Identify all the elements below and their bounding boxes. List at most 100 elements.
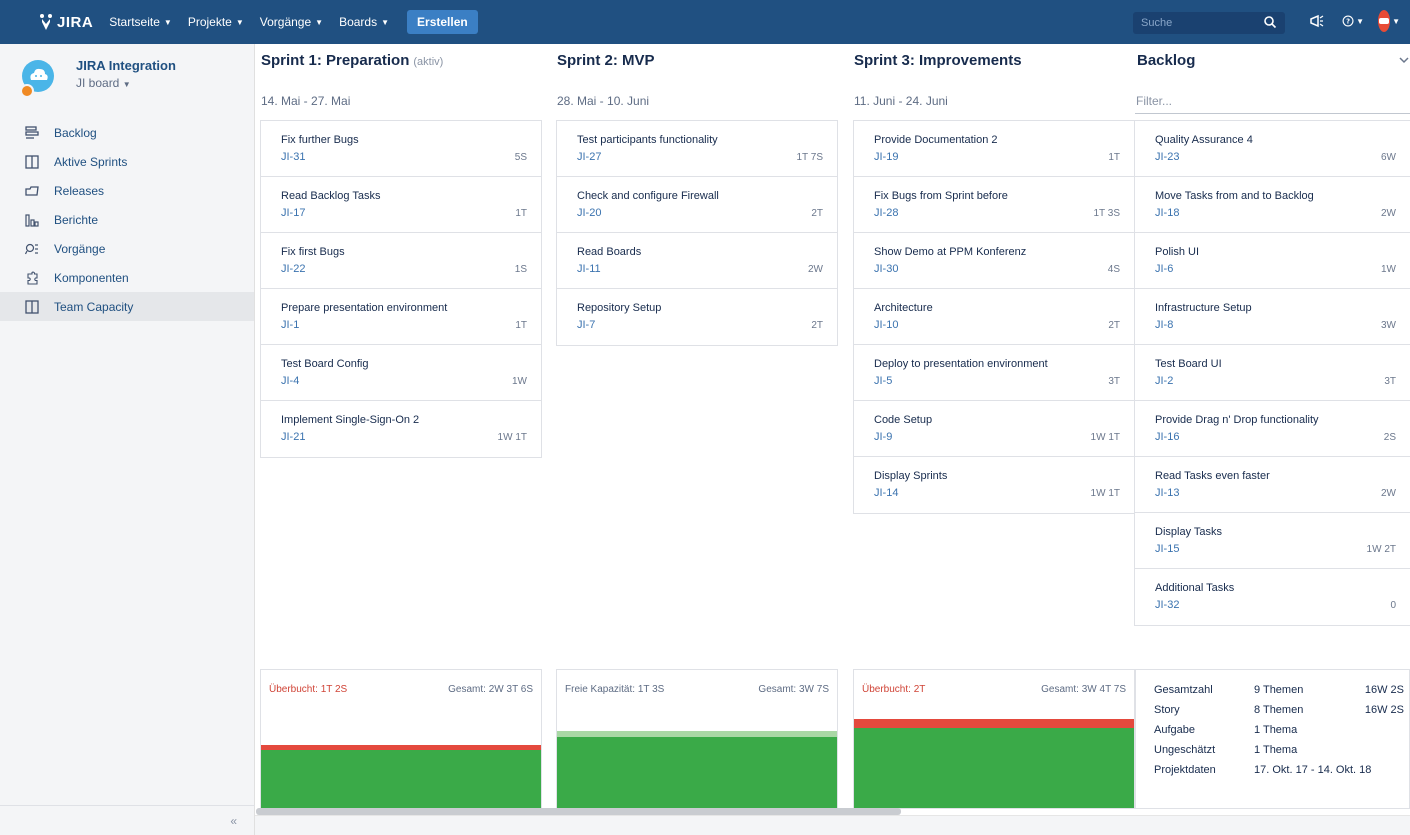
nav-label: Boards xyxy=(339,15,378,29)
issue-card[interactable]: Move Tasks from and to Backlog JI-18 2W xyxy=(1135,177,1410,233)
issue-card[interactable]: Implement Single-Sign-On 2 JI-21 1W 1T xyxy=(261,401,541,457)
filter-placeholder: Filter... xyxy=(1136,94,1173,108)
chevron-down-icon: ▼ xyxy=(381,17,390,27)
issue-card[interactable]: Fix first Bugs JI-22 1S xyxy=(261,233,541,289)
issue-key-link[interactable]: JI-13 xyxy=(1155,487,1396,499)
issue-key-link[interactable]: JI-28 xyxy=(874,207,1120,219)
issue-card[interactable]: Deploy to presentation environment JI-5 3T xyxy=(854,345,1134,401)
sidebar-item-label: Komponenten xyxy=(54,270,129,285)
sprint-column-3: Sprint 3: Improvements 11. Juni - 24. Ju… xyxy=(854,52,1134,108)
board-selector[interactable]: JI board ▼ xyxy=(76,76,176,90)
issue-key-link[interactable]: JI-27 xyxy=(577,151,823,163)
horizontal-scrollbar[interactable] xyxy=(256,808,901,815)
issue-card[interactable]: Repository Setup JI-7 2T xyxy=(557,289,837,345)
nav-vorgaenge[interactable]: Vorgänge ▼ xyxy=(260,15,323,29)
issue-key-link[interactable]: JI-5 xyxy=(874,375,1120,387)
issue-card[interactable]: Fix Bugs from Sprint before JI-28 1T 3S xyxy=(854,177,1134,233)
card-list-sprint-3: Provide Documentation 2 JI-19 1T Fix Bugs … xyxy=(853,120,1135,514)
issue-card[interactable]: Read Boards JI-11 2W xyxy=(557,233,837,289)
sprints-icon xyxy=(24,154,40,170)
issue-key-link[interactable]: JI-18 xyxy=(1155,207,1396,219)
issue-card[interactable]: Provide Documentation 2 JI-19 1T xyxy=(854,121,1134,177)
components-icon xyxy=(24,270,40,286)
sidebar-item-active-sprints[interactable]: Aktive Sprints xyxy=(0,147,254,176)
issue-key-link[interactable]: JI-16 xyxy=(1155,431,1396,443)
issue-key-link[interactable]: JI-7 xyxy=(577,319,823,331)
search-input[interactable]: Suche xyxy=(1133,12,1285,34)
nav-startseite[interactable]: Startseite ▼ xyxy=(109,15,172,29)
issue-key-link[interactable]: JI-10 xyxy=(874,319,1120,331)
issue-card[interactable]: Read Tasks even faster JI-13 2W xyxy=(1135,457,1410,513)
issue-card[interactable]: Display Sprints JI-14 1W 1T xyxy=(854,457,1134,513)
nav-boards[interactable]: Boards ▼ xyxy=(339,15,389,29)
sidebar-item-label: Berichte xyxy=(54,212,99,227)
issue-card[interactable]: Read Backlog Tasks JI-17 1T xyxy=(261,177,541,233)
stat-row: Gesamtzahl 9 Themen 16W 2S xyxy=(1154,680,1409,700)
sidebar-item-team-capacity[interactable]: Team Capacity xyxy=(0,292,254,321)
issue-key-link[interactable]: JI-8 xyxy=(1155,319,1396,331)
card-title: Show Demo at PPM Konferenz xyxy=(874,246,1027,258)
issue-key-link[interactable]: JI-4 xyxy=(281,375,527,387)
issue-card[interactable]: Show Demo at PPM Konferenz JI-30 4S xyxy=(854,233,1134,289)
project-badge xyxy=(20,84,34,98)
issue-card[interactable]: Test Board Config JI-4 1W xyxy=(261,345,541,401)
issue-key-link[interactable]: JI-6 xyxy=(1155,263,1396,275)
card-title: Display Sprints xyxy=(874,470,948,482)
issue-key-link[interactable]: JI-21 xyxy=(281,431,527,443)
issue-card[interactable]: Infrastructure Setup JI-8 3W xyxy=(1135,289,1410,345)
issue-card[interactable]: Test Board UI JI-2 3T xyxy=(1135,345,1410,401)
project-name[interactable]: JIRA Integration xyxy=(76,58,176,73)
card-estimate: 1W xyxy=(1381,264,1396,275)
issue-key-link[interactable]: JI-14 xyxy=(874,487,1120,499)
nav-projekte[interactable]: Projekte ▼ xyxy=(188,15,244,29)
issue-card[interactable]: Prepare presentation environment JI-1 1T xyxy=(261,289,541,345)
issue-key-link[interactable]: JI-9 xyxy=(874,431,1120,443)
project-header[interactable]: JIRA Integration JI board ▼ xyxy=(0,44,254,112)
issue-key-link[interactable]: JI-32 xyxy=(1155,599,1396,611)
issue-key-link[interactable]: JI-31 xyxy=(281,151,527,163)
collapse-sidebar-button[interactable]: « xyxy=(0,805,255,835)
issue-card[interactable]: Quality Assurance 4 JI-23 6W xyxy=(1135,121,1410,177)
issue-key-link[interactable]: JI-1 xyxy=(281,319,527,331)
issue-card[interactable]: Display Tasks JI-15 1W 2T xyxy=(1135,513,1410,569)
card-title: Read Tasks even faster xyxy=(1155,470,1270,482)
issue-key-link[interactable]: JI-30 xyxy=(874,263,1120,275)
sprint-dates: 14. Mai - 27. Mai xyxy=(261,94,351,108)
stat-row: Story 8 Themen 16W 2S xyxy=(1154,700,1409,720)
sidebar-item-backlog[interactable]: Backlog xyxy=(0,118,254,147)
stat-value: 9 Themen xyxy=(1254,684,1304,696)
sidebar-item-components[interactable]: Komponenten xyxy=(0,263,254,292)
sidebar-item-reports[interactable]: Berichte xyxy=(0,205,254,234)
issue-card[interactable]: Fix further Bugs JI-31 5S xyxy=(261,121,541,177)
issue-card[interactable]: Polish UI JI-6 1W xyxy=(1135,233,1410,289)
backlog-filter-input[interactable]: Filter... xyxy=(1135,94,1410,114)
jira-logo[interactable]: JIRA xyxy=(38,13,93,31)
card-title: Read Backlog Tasks xyxy=(281,190,381,202)
megaphone-icon[interactable] xyxy=(1306,10,1328,32)
issue-card[interactable]: Additional Tasks JI-32 0 xyxy=(1135,569,1410,625)
issue-card[interactable]: Provide Drag n' Drop functionality JI-16 2… xyxy=(1135,401,1410,457)
sidebar-item-releases[interactable]: Releases xyxy=(0,176,254,205)
issue-key-link[interactable]: JI-22 xyxy=(281,263,527,275)
issue-card[interactable]: Architecture JI-10 2T xyxy=(854,289,1134,345)
issue-key-link[interactable]: JI-15 xyxy=(1155,543,1396,555)
user-avatar[interactable]: ▼ xyxy=(1378,10,1400,32)
help-icon[interactable]: ? ▼ xyxy=(1342,10,1364,32)
issue-card[interactable]: Test participants functionality JI-27 1T 7… xyxy=(557,121,837,177)
stat-label: Ungeschätzt xyxy=(1154,744,1216,756)
issue-key-link[interactable]: JI-17 xyxy=(281,207,527,219)
sprint-title: Sprint 3: Improvements xyxy=(854,52,1022,69)
issue-key-link[interactable]: JI-23 xyxy=(1155,151,1396,163)
issue-key-link[interactable]: JI-11 xyxy=(577,263,823,275)
issue-key-link[interactable]: JI-2 xyxy=(1155,375,1396,387)
issue-key-link[interactable]: JI-20 xyxy=(577,207,823,219)
issue-card[interactable]: Code Setup JI-9 1W 1T xyxy=(854,401,1134,457)
chevron-down-icon[interactable] xyxy=(1399,56,1409,67)
capacity-bar xyxy=(557,737,837,808)
capacity-bar xyxy=(261,750,541,808)
issue-card[interactable]: Check and configure Firewall JI-20 2T xyxy=(557,177,837,233)
sprint-column-1: Sprint 1: Preparation (aktiv) 14. Mai - 2… xyxy=(261,52,541,108)
sidebar-item-issues[interactable]: Vorgänge xyxy=(0,234,254,263)
create-button[interactable]: Erstellen xyxy=(407,10,478,34)
issue-key-link[interactable]: JI-19 xyxy=(874,151,1120,163)
